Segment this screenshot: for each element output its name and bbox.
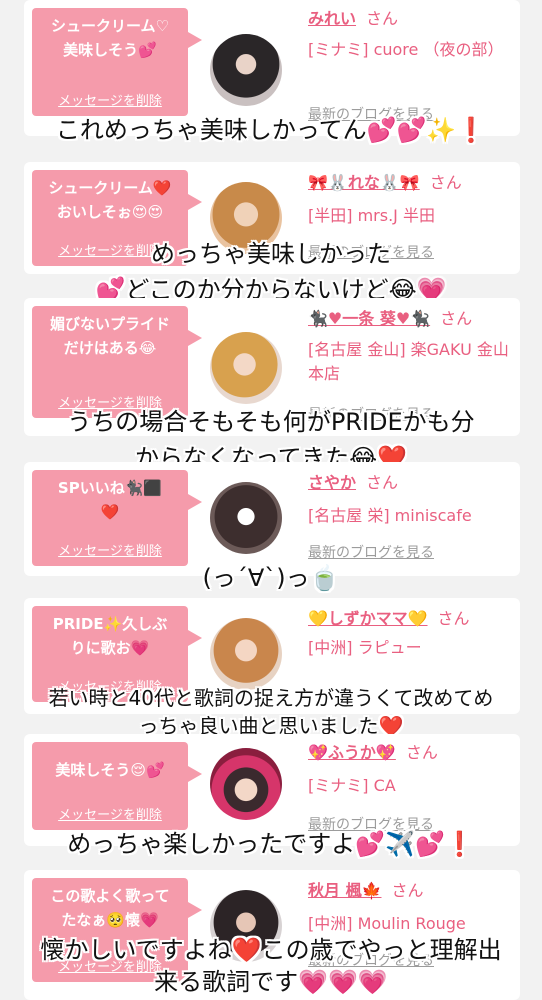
user-name-link[interactable]: 秋月 楓🍁 さん xyxy=(308,880,424,902)
delete-message-link[interactable]: メッセージを削除 xyxy=(32,808,188,824)
message-text: PRIDE✨久しぶ りに歌お💗 xyxy=(52,615,168,657)
message-text: シュークリーム❤️ おいしそぉ😍😍 xyxy=(48,179,172,221)
message-card: SPいいね🐈‍⬛⬛ ❤️ メッセージを削除 さやか さん [名古屋 栄] mini… xyxy=(24,462,520,576)
shop-info: [半田] mrs.J 半田 xyxy=(308,206,435,225)
comment-overlay: 懐かしいですよね❤️この歳でやっと理解出 来る歌詞です💗💗💗 xyxy=(40,936,502,996)
message-bubble: 美味しそう😌💕 メッセージを削除 xyxy=(32,742,202,830)
comment-overlay: これめっちゃ美味しかってん💕💕✨❗️ xyxy=(55,116,487,144)
comment-overlay: (っ´∀`)っ🍵 xyxy=(202,564,340,592)
avatar[interactable] xyxy=(210,748,282,820)
shop-info: [名古屋 金山] 楽GAKU 金山本店 xyxy=(308,340,509,383)
comment-overlay: めっちゃ楽しかったですよ💕✈️💕❗️ xyxy=(67,830,475,858)
avatar[interactable] xyxy=(210,34,282,106)
message-bubble: シュークリーム♡ 美味しそう💕 メッセージを削除 xyxy=(32,8,202,116)
message-bubble: 媚びないプライド だけはある😂 メッセージを削除 xyxy=(32,306,202,418)
latest-blog-link[interactable]: 最新のブログを見る xyxy=(308,544,434,562)
shop-info: [ミナミ] CA xyxy=(308,776,396,795)
delete-message-link[interactable]: メッセージを削除 xyxy=(32,544,188,560)
shop-info: [中洲] Moulin Rouge xyxy=(308,914,466,933)
user-name-link[interactable]: さやか さん xyxy=(308,472,398,494)
message-text: シュークリーム♡ 美味しそう💕 xyxy=(51,17,169,59)
comment-overlay: 若い時と40代と歌詞の捉え方が違うくて改めてめ っちゃ良い曲と思いました❤️ xyxy=(48,686,494,738)
shop-info: [名古屋 栄] miniscafe xyxy=(308,506,472,525)
shop-info: [中洲] ラピュー xyxy=(308,638,422,657)
avatar[interactable] xyxy=(210,332,282,404)
message-bubble: SPいいね🐈‍⬛⬛ ❤️ メッセージを削除 xyxy=(32,470,202,566)
shop-info: [ミナミ] cuore （夜の部） xyxy=(308,40,504,59)
message-text: 美味しそう😌💕 xyxy=(55,761,165,779)
user-name-link[interactable]: 🎀🐰れな🐰🎀 さん xyxy=(308,172,462,194)
message-text: 媚びないプライド だけはある😂 xyxy=(49,315,170,357)
user-name-link[interactable]: 🐈‍⬛♥一条 葵♥🐈‍⬛ さん xyxy=(308,308,472,330)
user-name-link[interactable]: 💛しずかママ💛 さん xyxy=(308,608,470,630)
user-name-link[interactable]: 💖ふうか💖 さん xyxy=(308,742,438,764)
delete-message-link[interactable]: メッセージを削除 xyxy=(32,94,188,110)
message-text: この歌よく歌って たなぁ🥺懐💗 xyxy=(50,887,170,929)
avatar[interactable] xyxy=(210,482,282,554)
avatar[interactable] xyxy=(210,618,282,690)
user-name-link[interactable]: みれい さん xyxy=(308,8,398,30)
message-text: SPいいね🐈‍⬛⬛ ❤️ xyxy=(57,479,163,521)
